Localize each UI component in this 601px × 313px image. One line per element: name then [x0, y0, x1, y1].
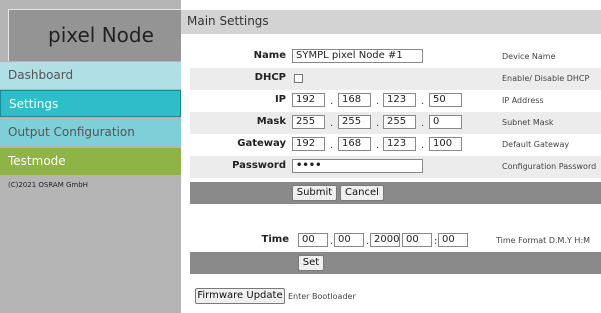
- time-label: Time: [261, 234, 289, 245]
- mask-octet-4-field[interactable]: 0: [429, 115, 462, 129]
- copyright-text: (C)2021 OSRAM GmbH: [8, 181, 88, 189]
- time-hour-field[interactable]: 00: [402, 233, 432, 247]
- sidebar-item-settings[interactable]: Settings: [0, 90, 181, 117]
- ip-separator: .: [330, 96, 334, 107]
- form-actions-bar: Submit Cancel: [190, 182, 601, 204]
- gateway-separator: .: [376, 140, 380, 151]
- ip-octet-2-field[interactable]: 168: [338, 93, 371, 107]
- ip-octet-1-field[interactable]: 192: [292, 93, 325, 107]
- mask-row: Mask 255 . 255 . 255 . 0 Subnet Mask: [190, 112, 601, 134]
- sidebar: pixel Node Dashboard Settings Output Con…: [0, 0, 181, 313]
- time-date-separator: .: [366, 236, 370, 247]
- ip-separator: .: [376, 96, 380, 107]
- password-description: Configuration Password: [502, 162, 597, 171]
- gateway-separator: .: [330, 140, 334, 151]
- name-description: Device Name: [502, 52, 556, 61]
- gateway-octet-3-field[interactable]: 123: [383, 137, 416, 151]
- sidebar-item-output-configuration[interactable]: Output Configuration: [0, 119, 181, 146]
- mask-octet-1-field[interactable]: 255: [292, 115, 325, 129]
- gateway-octet-4-field[interactable]: 100: [429, 137, 462, 151]
- logo-text: pixel Node: [48, 23, 154, 47]
- name-field[interactable]: SYMPL pixel Node #1: [292, 49, 423, 63]
- gateway-separator: .: [421, 140, 425, 151]
- mask-octet-2-field[interactable]: 255: [338, 115, 371, 129]
- gateway-description: Default Gateway: [502, 140, 570, 149]
- name-row: Name SYMPL pixel Node #1 Device Name: [190, 46, 601, 68]
- mask-separator: .: [330, 118, 334, 129]
- dhcp-description: Enable/ Disable DHCP: [502, 74, 590, 83]
- ip-octet-4-field[interactable]: 50: [429, 93, 462, 107]
- page-header: Main Settings: [181, 10, 601, 34]
- time-date-separator: .: [330, 236, 334, 247]
- sidebar-item-dashboard[interactable]: Dashboard: [0, 62, 181, 89]
- gateway-octet-1-field[interactable]: 192: [292, 137, 325, 151]
- password-row: Password •••• Configuration Password: [190, 156, 601, 178]
- time-row: Time 00 . 00 . 2000 00 : 00 Time Format …: [190, 230, 601, 252]
- settings-form: Name SYMPL pixel Node #1 Device Name DHC…: [190, 43, 601, 205]
- sidebar-item-testmode[interactable]: Testmode: [0, 148, 181, 175]
- mask-octet-3-field[interactable]: 255: [383, 115, 416, 129]
- firmware-note: Enter Bootloader: [288, 292, 356, 301]
- time-description: Time Format D.M.Y H:M: [496, 236, 591, 245]
- mask-description: Subnet Mask: [502, 118, 554, 127]
- time-actions-bar: Set: [190, 252, 601, 274]
- name-label: Name: [253, 50, 286, 61]
- time-minute-field[interactable]: 00: [438, 233, 468, 247]
- ip-separator: .: [421, 96, 425, 107]
- password-field[interactable]: ••••: [292, 159, 423, 173]
- ip-row: IP 192 . 168 . 123 . 50 IP Address: [190, 90, 601, 112]
- page-title: Main Settings: [187, 14, 269, 28]
- cancel-button[interactable]: Cancel: [340, 185, 384, 201]
- logo: pixel Node: [8, 9, 181, 61]
- submit-button[interactable]: Submit: [292, 185, 337, 201]
- gateway-label: Gateway: [237, 138, 286, 149]
- ip-label: IP: [274, 94, 286, 105]
- time-month-field[interactable]: 00: [334, 233, 364, 247]
- time-separator: :: [434, 236, 438, 247]
- time-form: Time 00 . 00 . 2000 00 : 00 Time Format …: [190, 228, 601, 278]
- gateway-row: Gateway 192 . 168 . 123 . 100 Default Ga…: [190, 134, 601, 156]
- time-day-field[interactable]: 00: [298, 233, 328, 247]
- ip-description: IP Address: [502, 96, 544, 105]
- gateway-octet-2-field[interactable]: 168: [338, 137, 371, 151]
- set-time-button[interactable]: Set: [298, 255, 324, 271]
- mask-label: Mask: [256, 116, 286, 127]
- dhcp-label: DHCP: [254, 72, 286, 83]
- password-label: Password: [232, 160, 286, 171]
- mask-separator: .: [421, 118, 425, 129]
- dhcp-checkbox[interactable]: [294, 74, 303, 83]
- ip-octet-3-field[interactable]: 123: [383, 93, 416, 107]
- dhcp-row: DHCP Enable/ Disable DHCP: [190, 68, 601, 90]
- firmware-update-button[interactable]: Firmware Update: [195, 288, 285, 304]
- mask-separator: .: [376, 118, 380, 129]
- time-year-field[interactable]: 2000: [370, 233, 400, 247]
